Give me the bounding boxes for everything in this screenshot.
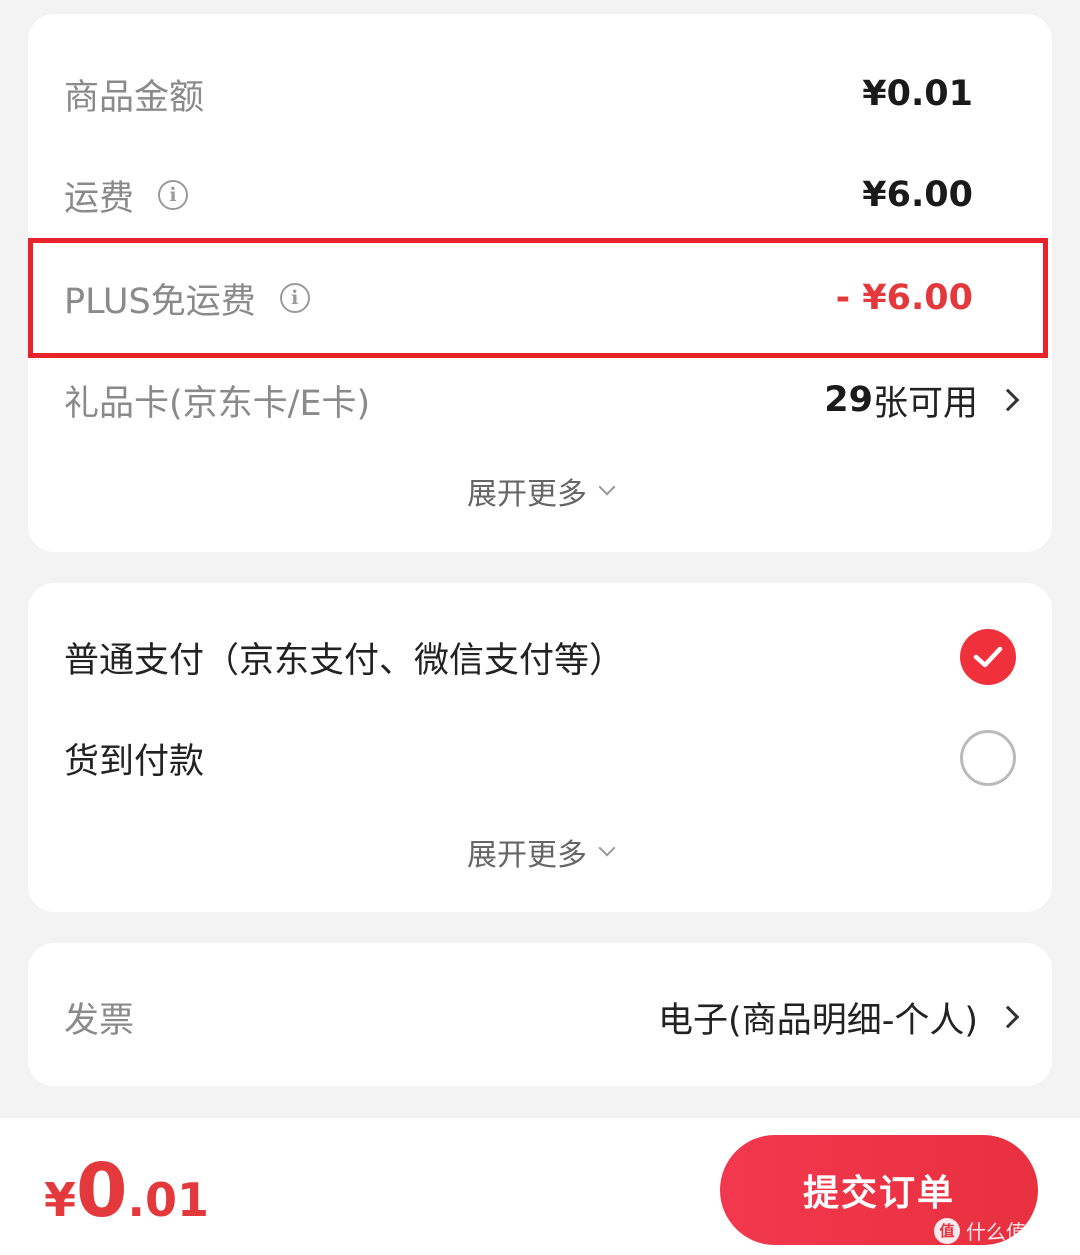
gift-card-count: 29 [824,380,873,420]
shipping-label-wrap: 运费 i [64,170,189,221]
expand-more-button[interactable]: 展开更多 [28,469,1052,513]
expand-more-label: 展开更多 [467,477,587,512]
chevron-right-icon [996,1005,1020,1029]
invoice-row[interactable]: 发票 电子(商品明细-个人) [28,987,1052,1047]
chevron-down-icon [598,839,616,857]
chevron-right-icon [996,388,1020,412]
payment-method-card: 普通支付（京东支付、微信支付等） 货到付款 展开更多 [28,583,1052,912]
total-dec: .01 [127,1173,210,1227]
total-price: ¥ 0 .01 [44,1148,209,1234]
shipping-row: 运费 i ¥6.00 [28,165,1052,225]
gift-card-row[interactable]: 礼品卡(京东卡/E卡) 29 张可用 [28,370,1052,430]
invoice-label: 发票 [64,1000,135,1041]
watermark-logo-icon: 值 [934,1217,960,1244]
watermark: 值 什么值得买 [934,1216,1066,1245]
gift-card-value: 29 张可用 [824,375,1020,426]
expand-more-button[interactable]: 展开更多 [28,830,1052,874]
payment-cod-label: 货到付款 [64,741,205,782]
chevron-down-icon [598,478,616,496]
invoice-card[interactable]: 发票 电子(商品明细-个人) [28,943,1052,1086]
expand-more-label: 展开更多 [467,838,587,873]
payment-option-cod[interactable]: 货到付款 [28,728,1052,788]
invoice-value: 电子(商品明细-个人) [658,1000,978,1041]
goods-amount-label: 商品金额 [64,77,205,118]
radio-checked[interactable] [960,629,1016,685]
shipping-value: ¥6.00 [862,175,973,215]
watermark-text: 什么值得买 [966,1220,1066,1244]
payment-normal-label: 普通支付（京东支付、微信支付等） [64,640,625,681]
highlight-box [28,238,1048,358]
total-int: 0 [76,1148,128,1234]
check-icon [973,646,1003,668]
info-icon[interactable]: i [158,180,189,210]
checkout-bar: ¥ 0 .01 提交订单 值 什么值得买 [0,1118,1080,1255]
goods-amount-row: 商品金额 ¥0.01 [28,64,1052,124]
payment-option-normal[interactable]: 普通支付（京东支付、微信支付等） [28,627,1052,687]
invoice-value-wrap: 电子(商品明细-个人) [658,992,1020,1043]
radio-empty-icon[interactable] [960,730,1016,786]
goods-amount-value: ¥0.01 [862,74,973,114]
submit-order-label: 提交订单 [802,1172,955,1213]
gift-card-label: 礼品卡(京东卡/E卡) [64,383,371,424]
gift-card-suffix: 张可用 [872,383,978,424]
total-currency: ¥ [44,1173,77,1227]
shipping-label: 运费 [64,178,135,219]
